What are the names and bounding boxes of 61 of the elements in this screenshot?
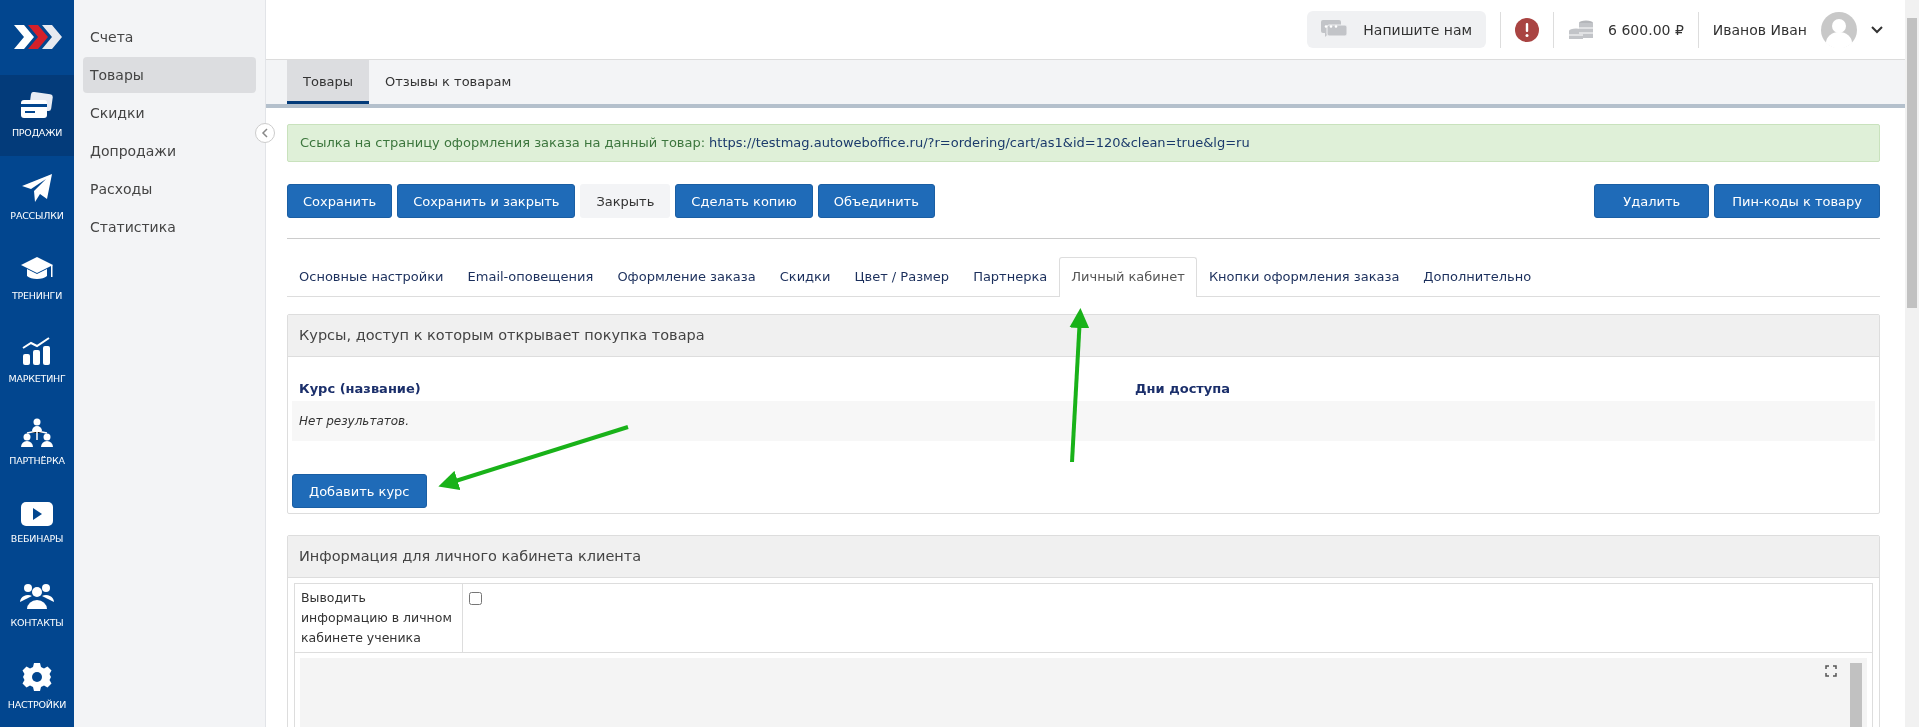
page-tab[interactable]: Отзывы к товарам	[369, 60, 528, 104]
coins-icon	[1568, 18, 1595, 41]
avatar-icon[interactable]	[1821, 11, 1857, 48]
panel-title: Курсы, доступ к которым открывает покупка товара	[288, 315, 1879, 357]
section-tab[interactable]: Кнопки оформления заказа	[1196, 257, 1412, 296]
action-button[interactable]: Удалить	[1594, 184, 1710, 218]
order-page-link[interactable]: https://testmag.autoweboffice.ru/?r=ordering/cart/as1&id=120&clean=true&lg=ru	[709, 135, 1250, 150]
action-button[interactable]: Сохранить	[287, 184, 393, 218]
rail-nav-item[interactable]: ПРОДАЖИ	[0, 74, 74, 157]
section-tab[interactable]: Основные настройки	[287, 257, 456, 296]
org-chart-icon	[21, 417, 53, 448]
empty-message: Нет результатов.	[299, 414, 409, 428]
contacts-icon	[20, 581, 54, 610]
collapse-toggle[interactable]	[255, 123, 275, 143]
action-button[interactable]: Сделать копию	[675, 184, 813, 218]
action-button[interactable]: Пин-коды к товару	[1714, 184, 1880, 218]
submenu-item[interactable]: Товары	[83, 57, 256, 93]
section-tab[interactable]: Партнерка	[961, 257, 1060, 296]
section-tab[interactable]: Оформление заказа	[605, 257, 768, 296]
rail-nav-item[interactable]: НАСТРОЙКИ	[0, 645, 74, 727]
page-scrollbar[interactable]	[1905, 0, 1919, 727]
section-tab[interactable]: Личный кабинет	[1059, 257, 1197, 297]
chevron-left-icon	[261, 128, 269, 138]
submenu-item[interactable]: Скидки	[83, 95, 256, 131]
cards-icon	[20, 92, 54, 121]
settings-icon	[22, 662, 52, 693]
balance-amount: 6 600.00 ₽	[1608, 21, 1684, 38]
action-button[interactable]: Объединить	[817, 184, 935, 218]
submenu-item[interactable]: Расходы	[83, 171, 256, 207]
rail-nav-item[interactable]: ПАРТНЁРКА	[0, 400, 74, 483]
alert-icon[interactable]	[1515, 17, 1540, 42]
rail-nav-item[interactable]: РАССЫЛКИ	[0, 156, 74, 238]
submenu-item[interactable]: Счета	[83, 19, 256, 55]
user-name[interactable]: Иванов Иван	[1712, 21, 1807, 38]
write-us-button[interactable]: Напишите нам	[1307, 11, 1487, 48]
section-tab[interactable]: Email-оповещения	[455, 257, 606, 296]
growth-chart-icon	[21, 336, 53, 366]
add-course-button[interactable]: Добавить курс	[292, 474, 427, 508]
submenu-item[interactable]: Статистика	[83, 209, 256, 245]
rail-nav-item[interactable]: МАРКЕТИНГ	[0, 319, 74, 401]
action-button[interactable]: Сохранить и закрыть	[397, 184, 576, 218]
order-link-alert: Ссылка на страницу оформления заказа на данный товар: https://testmag.autoweboffice.ru/?r=ordering/cart/as1&id=120&clean=true&lg=ru	[287, 124, 1880, 162]
panel-title: Информация для личного кабинета клиента	[288, 536, 1879, 578]
rail-nav-item[interactable]: КОНТАКТЫ	[0, 563, 74, 646]
logo-icon	[12, 23, 62, 52]
show-info-checkbox[interactable]	[469, 592, 482, 605]
submenu-item[interactable]: Допродажи	[83, 133, 256, 169]
column-header: Курс (название)	[299, 380, 422, 396]
section-tab[interactable]: Дополнительно	[1411, 257, 1544, 296]
section-tab[interactable]: Цвет / Размер	[842, 257, 962, 296]
column-header: Дни доступа	[1135, 380, 1231, 396]
video-play-icon	[21, 502, 53, 527]
rail-nav-item[interactable]: ВЕБИНАРЫ	[0, 482, 74, 564]
paper-plane-icon	[21, 172, 53, 203]
caret-icon[interactable]	[1871, 25, 1883, 34]
chat-bubbles-icon	[1321, 19, 1348, 40]
fullscreen-icon[interactable]	[1825, 665, 1837, 677]
rail-nav-item[interactable]: ТРЕНИНГИ	[0, 237, 74, 320]
action-button[interactable]: Закрыть	[580, 184, 671, 218]
page-tab[interactable]: Товары	[287, 60, 370, 104]
section-tab[interactable]: Скидки	[767, 257, 843, 296]
